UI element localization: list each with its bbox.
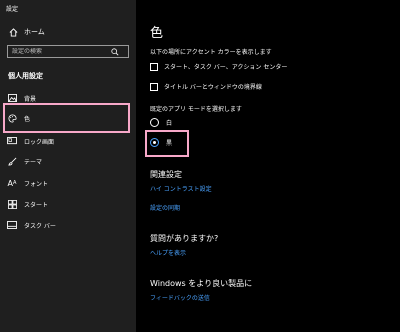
- checkbox-box[interactable]: [150, 82, 158, 91]
- start-icon: [7, 199, 17, 209]
- sidebar-item-taskbar[interactable]: タスク バー: [0, 218, 136, 232]
- radio-button[interactable]: [150, 118, 159, 127]
- sidebar-item-font[interactable]: AA フォント: [0, 176, 136, 190]
- accent-prompt: 以下の場所にアクセント カラーを表示します: [150, 49, 272, 56]
- checkbox-box[interactable]: [150, 62, 158, 71]
- sidebar: 設定 ホーム 個人用設定 背景 色 ロック画面 テーマ: [0, 0, 136, 332]
- picture-icon: [7, 94, 17, 102]
- question-heading: 質問がありますか?: [150, 234, 219, 243]
- font-icon: AA: [7, 178, 17, 188]
- mode-prompt: 既定のアプリ モードを選択します: [150, 106, 242, 113]
- sidebar-item-start[interactable]: スタート: [0, 197, 136, 211]
- accent-title-bar-checkbox[interactable]: タイトル バーとウィンドウの境界線: [150, 82, 262, 91]
- section-label: 個人用設定: [8, 72, 43, 80]
- search-box[interactable]: [7, 45, 129, 58]
- sidebar-item-label: テーマ: [24, 158, 43, 166]
- sidebar-item-label: スタート: [24, 201, 49, 209]
- checkbox-label: タイトル バーとウィンドウの境界線: [164, 84, 262, 91]
- search-input[interactable]: [8, 48, 108, 55]
- accent-start-taskbar-checkbox[interactable]: スタート、タスク バー、アクション センター: [150, 62, 287, 71]
- page-title: 色: [150, 26, 164, 41]
- search-icon[interactable]: [108, 46, 122, 57]
- brush-icon: [7, 157, 17, 166]
- sync-settings-link[interactable]: 設定の同期: [150, 203, 180, 212]
- high-contrast-link[interactable]: ハイ コントラスト設定: [150, 184, 212, 193]
- checkbox-label: スタート、タスク バー、アクション センター: [164, 64, 288, 71]
- sidebar-item-theme[interactable]: テーマ: [0, 154, 136, 168]
- sidebar-item-lock-screen[interactable]: ロック画面: [0, 134, 136, 148]
- selected-item-highlight: [3, 103, 130, 133]
- help-link[interactable]: ヘルプを表示: [150, 248, 186, 257]
- related-heading: 関連設定: [150, 170, 182, 179]
- radio-label: 白: [166, 120, 173, 127]
- selected-option-highlight: [145, 130, 189, 157]
- sidebar-item-label: フォント: [24, 180, 49, 188]
- window-title: 設定: [6, 6, 19, 13]
- sidebar-item-label: タスク バー: [24, 222, 56, 230]
- home-label: ホーム: [24, 28, 45, 36]
- feedback-link[interactable]: フィードバックの送信: [150, 293, 210, 302]
- sidebar-item-label: 背景: [24, 95, 37, 103]
- home-icon: [8, 27, 18, 37]
- lock-screen-icon: [7, 137, 17, 145]
- sidebar-item-home[interactable]: ホーム: [8, 27, 45, 37]
- sidebar-item-label: ロック画面: [24, 138, 55, 146]
- improve-heading: Windows をより良い製品に: [150, 279, 253, 288]
- taskbar-icon: [7, 221, 17, 229]
- mode-light-radio[interactable]: 白: [150, 118, 172, 127]
- main-pane: 色 以下の場所にアクセント カラーを表示します スタート、タスク バー、アクショ…: [136, 0, 400, 332]
